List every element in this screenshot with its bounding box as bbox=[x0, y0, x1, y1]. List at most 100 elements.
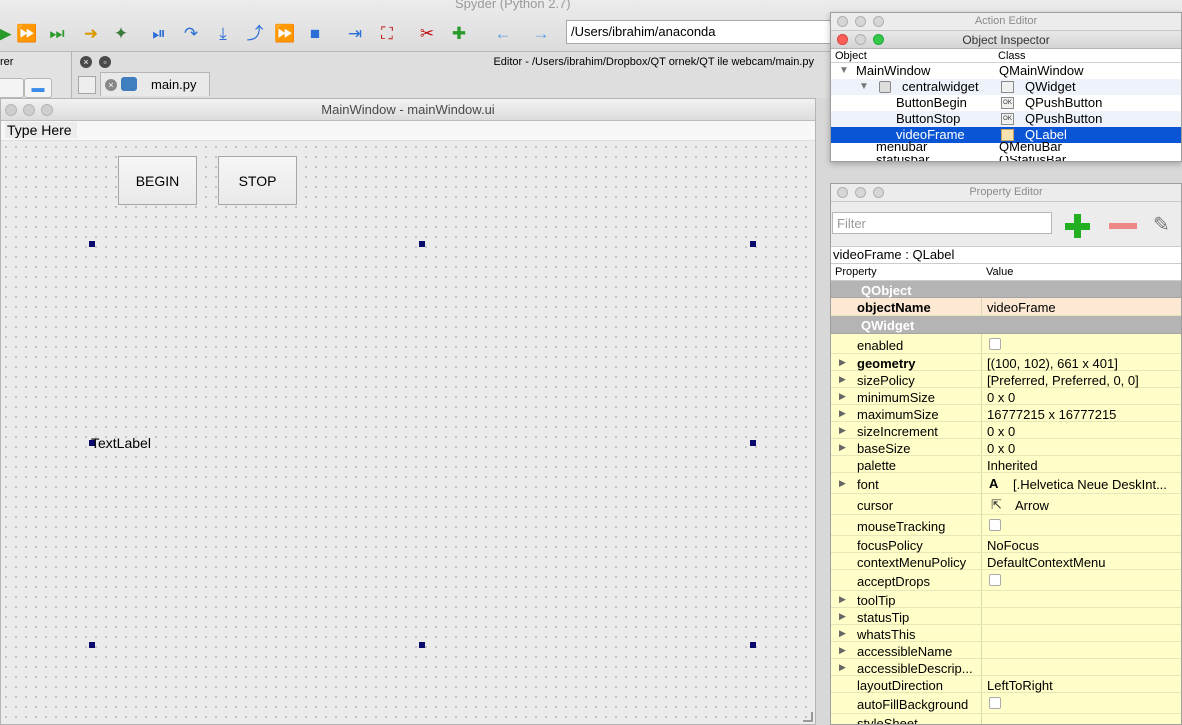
video-frame-label[interactable]: TextLabel bbox=[91, 435, 151, 451]
step-into-icon[interactable]: ⤓ bbox=[210, 20, 236, 46]
run-cell-icon[interactable]: ⏭ bbox=[44, 20, 70, 46]
pane-button[interactable] bbox=[0, 78, 24, 98]
stop-icon[interactable]: ■ bbox=[302, 20, 328, 46]
column-header-object[interactable]: Object bbox=[835, 50, 867, 62]
expand-arrow-icon[interactable]: ▶ bbox=[839, 662, 846, 673]
property-row[interactable]: objectName videoFrame bbox=[831, 298, 1181, 316]
resize-handle[interactable] bbox=[419, 241, 425, 247]
undock-pane-icon[interactable]: ▫ bbox=[99, 56, 111, 68]
property-row[interactable]: mouseTracking bbox=[831, 515, 1181, 536]
resize-handle[interactable] bbox=[419, 642, 425, 648]
object-row[interactable]: ▼ centralwidget QWidget bbox=[831, 79, 1181, 95]
property-value[interactable]: Inherited bbox=[987, 458, 1177, 473]
expand-arrow-icon[interactable]: ▶ bbox=[839, 478, 846, 489]
property-row[interactable]: layoutDirection LeftToRight bbox=[831, 676, 1181, 693]
form-canvas[interactable]: BEGIN STOP TextLabel bbox=[1, 142, 815, 724]
wrench-icon[interactable]: ✎ bbox=[1153, 212, 1170, 237]
property-row[interactable]: palette Inherited bbox=[831, 456, 1181, 473]
expand-arrow-icon[interactable]: ▶ bbox=[839, 408, 846, 419]
expand-arrow-icon[interactable]: ▼ bbox=[839, 65, 849, 76]
run-selection-icon[interactable]: ➜ bbox=[78, 20, 104, 46]
property-row[interactable]: ▶ statusTip bbox=[831, 608, 1181, 625]
accept-drops-checkbox[interactable] bbox=[989, 574, 1001, 586]
property-row[interactable]: ▶ font A [.Helvetica Neue DeskInt... bbox=[831, 473, 1181, 494]
maximize-pane-icon[interactable]: ⇥ bbox=[342, 20, 368, 46]
resize-handle[interactable] bbox=[89, 642, 95, 648]
property-value[interactable]: 0 x 0 bbox=[987, 441, 1177, 456]
window-resize-grip[interactable] bbox=[803, 712, 813, 722]
property-value[interactable]: Arrow bbox=[1015, 498, 1049, 513]
stop-button[interactable]: STOP bbox=[218, 156, 297, 205]
expand-arrow-icon[interactable]: ▶ bbox=[839, 391, 846, 402]
run-file-icon[interactable]: ⏩ bbox=[14, 20, 40, 46]
property-row[interactable]: contextMenuPolicy DefaultContextMenu bbox=[831, 553, 1181, 570]
expand-arrow-icon[interactable]: ▶ bbox=[839, 442, 846, 453]
add-icon[interactable] bbox=[1063, 212, 1091, 240]
property-value[interactable]: NoFocus bbox=[987, 538, 1177, 553]
working-directory-input[interactable]: /Users/ibrahim/anaconda bbox=[566, 20, 836, 44]
expand-arrow-icon[interactable]: ▶ bbox=[839, 374, 846, 385]
property-value[interactable]: 0 x 0 bbox=[987, 390, 1177, 405]
property-value[interactable]: videoFrame bbox=[987, 300, 1177, 315]
fullscreen-icon[interactable]: ⛶ bbox=[374, 20, 400, 46]
close-tab-icon[interactable]: × bbox=[105, 79, 117, 91]
object-row[interactable]: ButtonBegin OK QPushButton bbox=[831, 95, 1181, 111]
folder-icon[interactable]: ▬ bbox=[24, 78, 52, 98]
column-header-property[interactable]: Property bbox=[835, 266, 877, 278]
enabled-checkbox[interactable] bbox=[989, 338, 1001, 350]
group-qwidget[interactable]: QWidget bbox=[831, 316, 1181, 334]
property-row[interactable]: focusPolicy NoFocus bbox=[831, 536, 1181, 553]
back-arrow-icon[interactable]: ← bbox=[490, 20, 516, 46]
forward-arrow-icon[interactable]: → bbox=[528, 20, 554, 46]
step-return-icon[interactable]: ⤴ bbox=[242, 20, 268, 46]
step-icon[interactable]: ↷ bbox=[178, 20, 204, 46]
property-row[interactable]: enabled bbox=[831, 334, 1181, 354]
property-row[interactable]: ▶ whatsThis bbox=[831, 625, 1181, 642]
begin-button[interactable]: BEGIN bbox=[118, 156, 197, 205]
close-pane-icon[interactable]: × bbox=[80, 56, 92, 68]
mouse-tracking-checkbox[interactable] bbox=[989, 519, 1001, 531]
debug-icon[interactable]: ⏯ bbox=[146, 20, 172, 46]
expand-arrow-icon[interactable]: ▼ bbox=[859, 81, 869, 92]
property-row[interactable]: styleSheet bbox=[831, 714, 1181, 724]
python-path-icon[interactable]: ✚ bbox=[446, 20, 472, 46]
property-value[interactable]: [(100, 102), 661 x 401] bbox=[987, 356, 1177, 371]
expand-arrow-icon[interactable]: ▶ bbox=[839, 628, 846, 639]
tab-main-py[interactable]: × main.py bbox=[100, 72, 210, 96]
file-explorer-tab-label[interactable]: rer bbox=[0, 56, 13, 68]
expand-arrow-icon[interactable]: ▶ bbox=[839, 594, 846, 605]
config-run-icon[interactable]: ✦ bbox=[108, 20, 134, 46]
column-header-value[interactable]: Value bbox=[986, 266, 1013, 278]
property-row[interactable]: autoFillBackground bbox=[831, 693, 1181, 714]
object-row[interactable]: menubar QMenuBar bbox=[831, 140, 1181, 156]
menu-type-here[interactable]: Type Here bbox=[5, 122, 77, 138]
column-header-class[interactable]: Class bbox=[998, 50, 1026, 62]
property-row[interactable]: ▶ sizeIncrement 0 x 0 bbox=[831, 422, 1181, 439]
resize-handle[interactable] bbox=[750, 241, 756, 247]
property-value[interactable]: [.Helvetica Neue DeskInt... bbox=[1013, 477, 1177, 492]
resize-handle[interactable] bbox=[750, 642, 756, 648]
property-row[interactable]: ▶ accessibleDescrip... bbox=[831, 659, 1181, 676]
resize-handle[interactable] bbox=[750, 440, 756, 446]
continue-icon[interactable]: ⏩ bbox=[272, 20, 298, 46]
property-value[interactable]: 16777215 x 16777215 bbox=[987, 407, 1177, 422]
property-row[interactable]: ▶ baseSize 0 x 0 bbox=[831, 439, 1181, 456]
property-value[interactable]: [Preferred, Preferred, 0, 0] bbox=[987, 373, 1177, 388]
browse-tabs-icon[interactable] bbox=[78, 76, 96, 94]
property-row[interactable]: ▶ maximumSize 16777215 x 16777215 bbox=[831, 405, 1181, 422]
object-row[interactable]: statusbar QStatusBar bbox=[831, 156, 1181, 161]
property-value[interactable]: 0 x 0 bbox=[987, 424, 1177, 439]
property-row[interactable]: acceptDrops bbox=[831, 570, 1181, 591]
expand-arrow-icon[interactable]: ▶ bbox=[839, 425, 846, 436]
property-row[interactable]: ▶ accessibleName bbox=[831, 642, 1181, 659]
remove-icon[interactable] bbox=[1109, 223, 1137, 229]
group-qobject[interactable]: QObject bbox=[831, 281, 1181, 298]
property-value[interactable]: DefaultContextMenu bbox=[987, 555, 1177, 570]
property-row[interactable]: ▶ minimumSize 0 x 0 bbox=[831, 388, 1181, 405]
resize-handle[interactable] bbox=[89, 241, 95, 247]
object-row[interactable]: ▼ MainWindow QMainWindow bbox=[831, 63, 1181, 79]
object-row[interactable]: ButtonStop OK QPushButton bbox=[831, 111, 1181, 127]
property-row[interactable]: ▶ toolTip bbox=[831, 591, 1181, 608]
property-value[interactable]: LeftToRight bbox=[987, 678, 1177, 693]
expand-arrow-icon[interactable]: ▶ bbox=[839, 645, 846, 656]
